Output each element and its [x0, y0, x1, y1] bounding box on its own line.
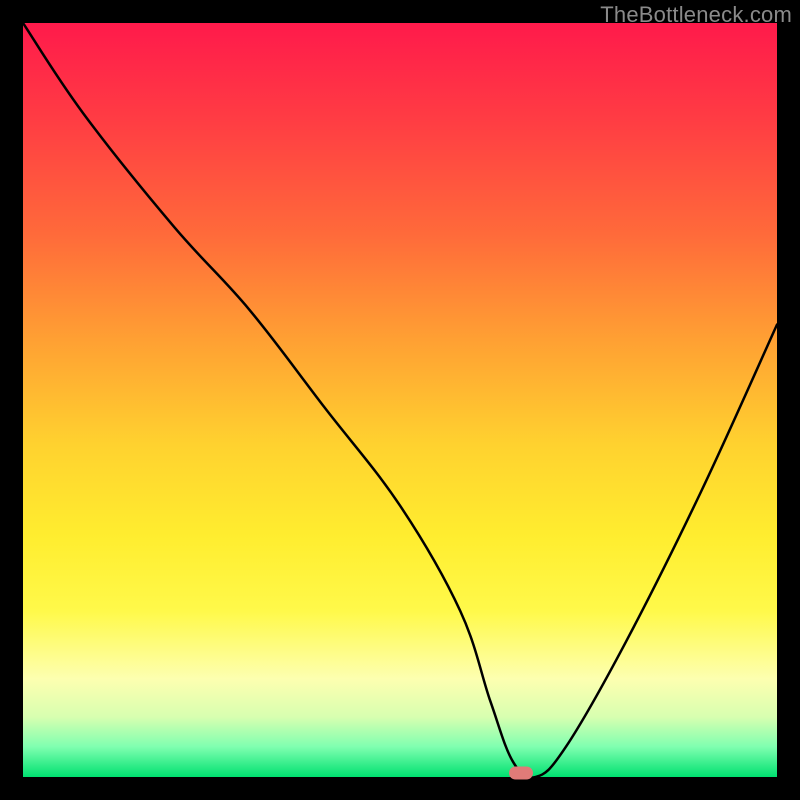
optimum-marker: [509, 767, 533, 780]
watermark-text: TheBottleneck.com: [600, 2, 792, 28]
bottleneck-curve: [23, 23, 777, 777]
plot-area: [23, 23, 777, 777]
chart-stage: TheBottleneck.com: [0, 0, 800, 800]
